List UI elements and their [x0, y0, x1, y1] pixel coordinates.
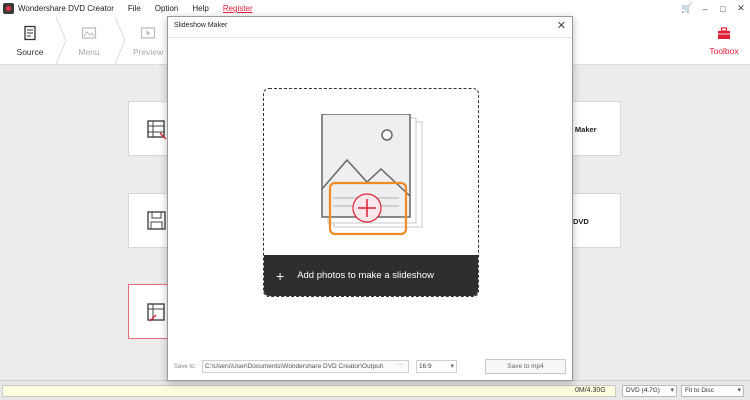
window-controls: 🛒 – □ ✕ — [678, 0, 750, 17]
step-source-label: Source — [16, 47, 44, 57]
aspect-ratio-select[interactable]: 16:9 — [416, 360, 457, 373]
save-to-label: Save to: — [174, 364, 197, 370]
slideshow-maker-dialog: Slideshow Maker ✕ + Add photos to make a… — [167, 16, 573, 381]
menu-register[interactable]: Register — [223, 4, 253, 13]
cart-icon[interactable]: 🛒 — [678, 3, 696, 14]
dialog-title: Slideshow Maker — [174, 22, 228, 29]
disc-type-select[interactable]: DVD (4.7G) — [622, 385, 677, 397]
capacity-text: 0M/4.30G — [575, 387, 606, 394]
menu-icon — [81, 27, 97, 39]
add-photos-button[interactable]: + Add photos to make a slideshow — [264, 255, 478, 296]
source-icon — [24, 25, 36, 41]
save-to-mp4-button[interactable]: Save to mp4 — [485, 359, 566, 374]
save-disk-icon — [147, 211, 166, 230]
capacity-bar — [2, 385, 616, 397]
photo-drop-zone[interactable]: + Add photos to make a slideshow — [263, 88, 479, 297]
dialog-close-icon[interactable]: ✕ — [557, 19, 566, 32]
film-edit-icon — [147, 303, 165, 322]
dialog-divider — [168, 37, 572, 38]
fit-mode-select[interactable]: Fit to Disc — [681, 385, 744, 397]
film-icon — [147, 120, 167, 140]
step-menu[interactable]: Menu — [59, 17, 119, 64]
step-menu-label: Menu — [78, 47, 100, 57]
one-click-burn-card-label: DVD — [573, 217, 589, 226]
plus-icon: + — [276, 267, 285, 284]
status-bar: 0M/4.30G DVD (4.7G) Fit to Disc — [0, 380, 750, 400]
app-title: Wondershare DVD Creator — [18, 4, 114, 13]
toolbox-icon — [718, 27, 730, 39]
add-photo-illustration-icon — [321, 114, 423, 236]
close-window-icon[interactable]: ✕ — [732, 3, 750, 14]
preview-icon — [140, 27, 156, 39]
minimize-icon[interactable]: – — [696, 4, 714, 14]
step-source[interactable]: Source — [0, 17, 60, 64]
toolbox-label: Toolbox — [709, 46, 739, 56]
menu-file[interactable]: File — [128, 4, 141, 13]
app-logo-icon — [3, 3, 14, 14]
output-path-field[interactable]: C:\Users\User\Documents\Wondershare DVD … — [202, 360, 409, 373]
menu-option[interactable]: Option — [155, 4, 179, 13]
toolbox-button[interactable]: Toolbox — [704, 17, 744, 64]
menu-help[interactable]: Help — [192, 4, 208, 13]
add-photos-label: Add photos to make a slideshow — [297, 270, 434, 281]
maximize-icon[interactable]: □ — [714, 4, 732, 14]
browse-path-button[interactable]: ··· — [397, 361, 404, 368]
title-bar: Wondershare DVD Creator File Option Help… — [0, 0, 750, 17]
